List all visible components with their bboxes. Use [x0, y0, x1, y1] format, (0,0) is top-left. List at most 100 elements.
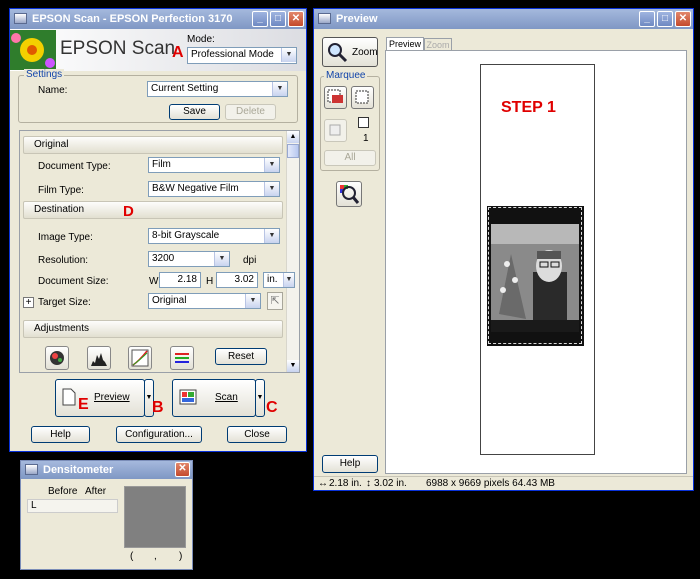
resolution-select[interactable]: 3200 ▼	[148, 251, 230, 267]
mode-label: Mode:	[187, 34, 215, 45]
unsharp-mask-button[interactable]	[45, 346, 69, 370]
chevron-down-icon: ▼	[281, 48, 296, 62]
reset-button[interactable]: Reset	[215, 348, 267, 365]
unit-select[interactable]: in. ▼	[263, 272, 295, 288]
scan-label: Scan	[215, 392, 238, 403]
film-type-value: B&W Negative Film	[152, 183, 239, 194]
window-title: EPSON Scan - EPSON Perfection 3170	[32, 13, 233, 25]
tone-curve-button[interactable]	[128, 346, 152, 370]
preview-help-button[interactable]: Help	[322, 455, 378, 473]
mode-select[interactable]: Professional Mode ▼	[187, 47, 297, 64]
preview-label: Preview	[94, 392, 130, 403]
preview-maximize-button[interactable]: □	[657, 11, 673, 27]
marquee-icon	[355, 90, 369, 104]
density-readout: L	[27, 499, 118, 513]
tab-zoom[interactable]: Zoom	[424, 38, 452, 50]
coord-open: (	[130, 551, 134, 562]
close-window-button[interactable]: ✕	[288, 11, 304, 27]
scroll-thumb[interactable]	[287, 144, 299, 158]
densitometer-title: Densitometer	[43, 464, 114, 476]
expand-target-size-button[interactable]: +	[23, 297, 34, 308]
close-button[interactable]: Close	[227, 426, 287, 443]
orientation-button[interactable]: ⇱	[267, 292, 283, 310]
all-label: All	[344, 152, 356, 163]
delete-label: Delete	[236, 106, 265, 117]
configuration-label: Configuration...	[125, 429, 193, 440]
destination-section-header[interactable]: Destination	[23, 201, 283, 219]
film-type-select[interactable]: B&W Negative Film ▼	[148, 181, 280, 197]
callout-d: D	[123, 203, 134, 220]
header-band: EPSON Scan Mode: Professional Mode ▼	[10, 29, 306, 71]
densitometer-button[interactable]	[336, 181, 362, 207]
callout-b: B	[152, 399, 164, 416]
adjustments-section-header[interactable]: Adjustments	[23, 320, 283, 338]
before-label: Before	[48, 486, 78, 497]
marquee-count: 1	[363, 133, 369, 144]
scan-image-icon	[179, 389, 197, 405]
configuration-button[interactable]: Configuration...	[116, 426, 202, 443]
target-size-label: Target Size:	[38, 297, 91, 308]
close-densitometer-button[interactable]: ✕	[175, 462, 190, 477]
epson-scan-window: EPSON Scan - EPSON Perfection 3170 _ □ ✕…	[9, 8, 307, 452]
scan-mode-dropdown[interactable]: ▼	[255, 379, 265, 417]
all-marquees-button[interactable]: All	[324, 150, 376, 166]
delete-marquee-button[interactable]	[324, 119, 347, 142]
delete-marquee-icon	[329, 124, 341, 136]
preview-close-button[interactable]: ✕	[675, 11, 691, 27]
status-bar: ↔ 2.18 in. ↕ 3.02 in. 6988 x 9669 pixels…	[314, 476, 693, 490]
scan-button[interactable]: Scan	[172, 379, 256, 417]
title-bar[interactable]: EPSON Scan - EPSON Perfection 3170 _ □ ✕	[10, 9, 306, 29]
coord-close: )	[179, 551, 183, 562]
maximize-button[interactable]: □	[270, 11, 286, 27]
tab-preview[interactable]: Preview	[386, 37, 424, 50]
image-type-value: 8-bit Grayscale	[152, 230, 220, 241]
chevron-down-icon: ▼	[264, 182, 279, 196]
step-1-label: STEP 1	[501, 99, 556, 116]
preview-title-bar[interactable]: Preview _ □ ✕	[314, 9, 693, 29]
close-label: Close	[244, 429, 270, 440]
preview-button[interactable]: Preview	[55, 379, 145, 417]
setting-name-select[interactable]: Current Setting ▼	[147, 81, 288, 97]
unit-value: in.	[267, 274, 278, 285]
densitometer-title-bar[interactable]: Densitometer ✕	[21, 461, 192, 479]
original-section-header[interactable]: Original	[23, 136, 283, 154]
setting-name-value: Current Setting	[151, 83, 219, 94]
preview-window: Preview _ □ ✕ Zoom Marquee 1 All Help Pr…	[313, 8, 694, 491]
resolution-label: Resolution:	[38, 255, 89, 266]
minimize-button[interactable]: _	[252, 11, 268, 27]
height-input[interactable]: 3.02	[216, 272, 258, 288]
film-frame-photo	[491, 224, 579, 332]
help-button[interactable]: Help	[31, 426, 90, 443]
tab-zoom-label: Zoom	[426, 40, 450, 50]
vertical-scrollbar[interactable]: ▲ ▼	[286, 131, 299, 372]
width-value: 2.18	[177, 274, 197, 285]
document-icon	[62, 388, 76, 406]
histogram-button[interactable]	[87, 346, 111, 370]
color-balance-button[interactable]	[170, 346, 194, 370]
preview-minimize-button[interactable]: _	[639, 11, 655, 27]
chevron-down-icon: ▼	[264, 158, 279, 172]
lightness-label: L	[31, 500, 37, 511]
densitometer-icon	[25, 464, 38, 475]
zoom-label: Zoom	[352, 47, 378, 58]
zoom-button[interactable]: Zoom	[322, 37, 378, 67]
height-value: 3.02	[234, 274, 254, 285]
save-button[interactable]: Save	[169, 104, 220, 120]
mode-value: Professional Mode	[191, 49, 274, 60]
status-height: 3.02 in.	[374, 478, 407, 489]
reset-label: Reset	[227, 351, 255, 362]
film-strip[interactable]	[487, 206, 584, 346]
original-header-text: Original	[34, 139, 69, 150]
width-input[interactable]: 2.18	[159, 272, 201, 288]
image-type-select[interactable]: 8-bit Grayscale ▼	[148, 228, 280, 244]
scroll-down-icon[interactable]: ▼	[287, 360, 299, 372]
target-size-select[interactable]: Original ▼	[148, 293, 261, 309]
scroll-up-icon[interactable]: ▲	[287, 131, 299, 143]
auto-locate-button[interactable]	[324, 86, 347, 109]
histogram-icon	[91, 353, 107, 366]
delete-button[interactable]: Delete	[225, 104, 276, 120]
preview-canvas[interactable]: STEP 1	[385, 50, 687, 474]
status-width: 2.18 in.	[329, 478, 362, 489]
document-type-select[interactable]: Film ▼	[148, 157, 280, 173]
create-marquee-button[interactable]	[351, 86, 374, 109]
